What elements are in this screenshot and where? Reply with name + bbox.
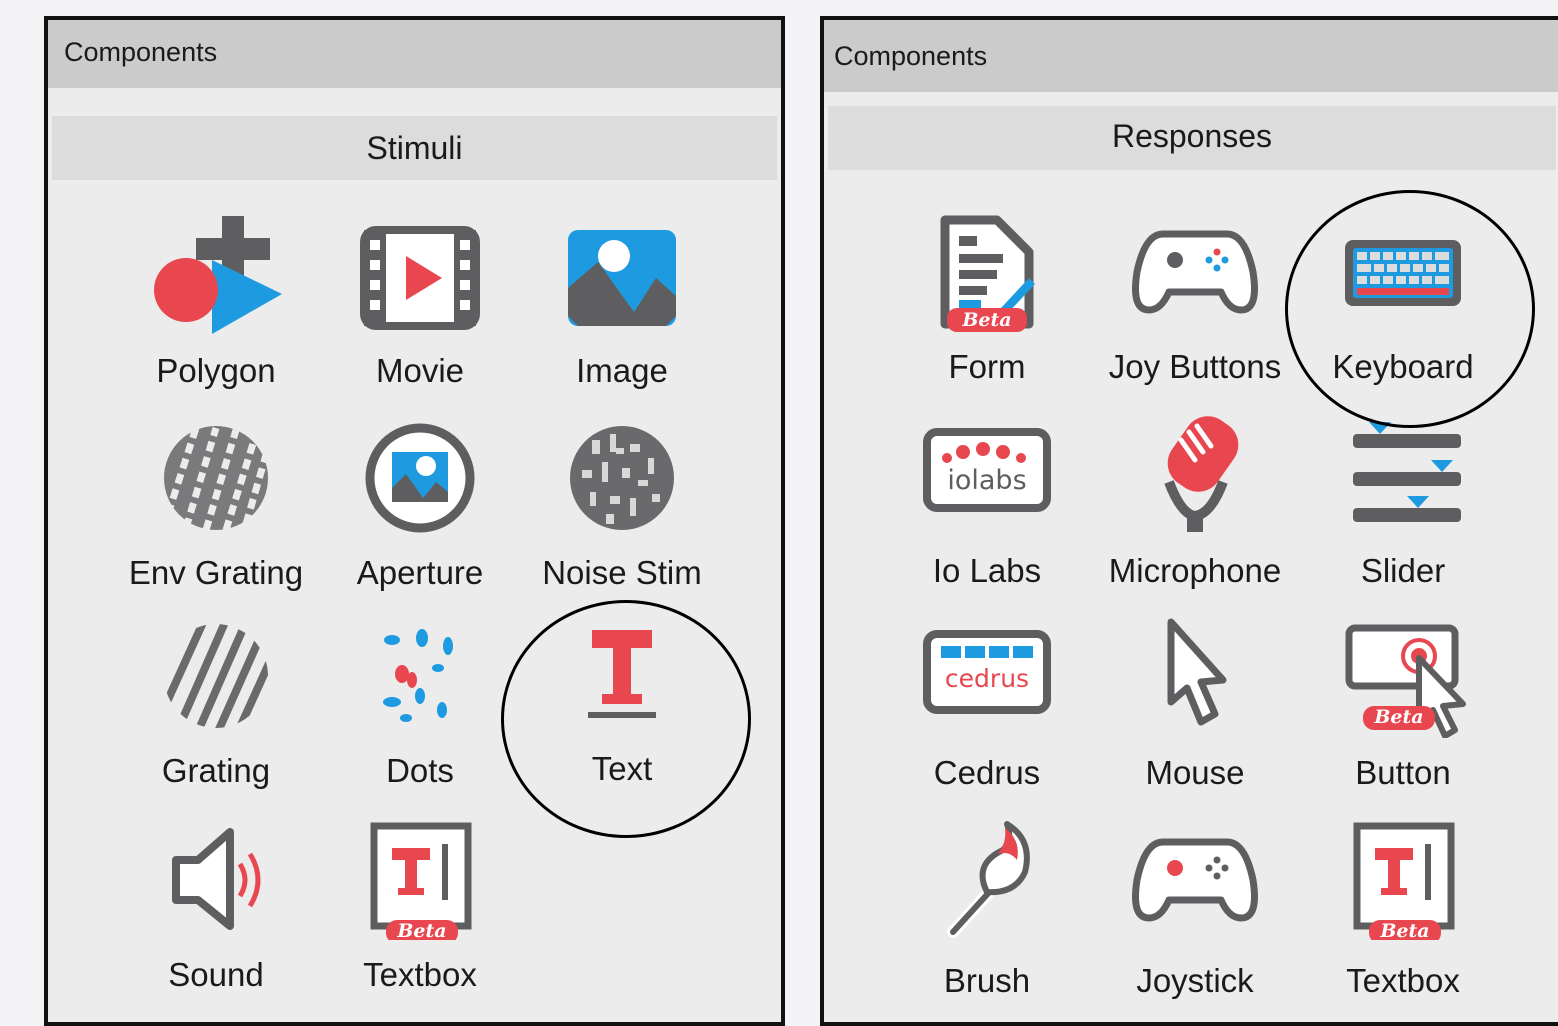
component-text[interactable]: Text [522,616,722,787]
component-label: Grating [161,752,271,789]
iolabs-icon: iolabs [917,416,1057,536]
component-joy-buttons[interactable]: Joy Buttons [1095,212,1295,385]
component-label: Joystick [1136,962,1254,999]
component-label: Button [1355,754,1451,791]
aperture-icon [350,418,490,538]
joystick-icon [1125,820,1265,940]
component-label: Polygon [156,352,276,389]
button-icon: Beta [1333,618,1473,738]
component-label: Textbox [1346,962,1460,999]
category-header-responses[interactable]: Responses [828,106,1556,170]
text-icon [552,616,692,736]
component-brush[interactable]: Brush [887,820,1087,999]
component-grating[interactable]: Grating [116,616,316,789]
keyboard-icon [1333,212,1473,332]
form-icon: Beta [917,212,1057,332]
dots-icon [350,616,490,736]
component-microphone[interactable]: Microphone [1095,416,1295,589]
component-label: Text [591,750,653,787]
beta-badge: Beta [397,920,447,942]
component-label: Textbox [363,956,477,993]
panel-title: Components [48,20,781,88]
beta-badge: Beta [962,309,1012,331]
component-label: Aperture [356,554,484,591]
beta-badge: Beta [1380,920,1430,942]
textbox-icon: Beta [350,820,490,942]
component-label: Cedrus [933,754,1041,791]
component-dots[interactable]: Dots [320,616,520,789]
component-label: Movie [375,352,465,389]
component-label: Keyboard [1332,348,1474,385]
component-button[interactable]: Beta Button [1303,618,1503,791]
movie-icon [350,216,490,336]
component-form[interactable]: Beta Form [887,212,1087,385]
slider-icon [1333,416,1473,536]
component-label: Image [576,352,668,389]
component-env-grating[interactable]: Env Grating [116,418,316,591]
brush-icon [917,820,1057,940]
component-slider[interactable]: Slider [1303,416,1503,589]
component-polygon[interactable]: Polygon [116,216,316,389]
component-label: Form [948,348,1026,385]
noise-stim-icon [552,418,692,538]
component-aperture[interactable]: Aperture [320,418,520,591]
component-label: Slider [1360,552,1446,589]
component-label: Joy Buttons [1108,348,1282,385]
microphone-icon [1125,416,1265,536]
component-label: Io Labs [932,552,1042,589]
component-textbox[interactable]: Beta Textbox [320,820,520,993]
component-sound[interactable]: Sound [116,820,316,993]
gamepad-icon [1125,212,1265,332]
component-label: Env Grating [128,554,304,591]
component-label: Dots [386,752,454,789]
component-movie[interactable]: Movie [320,216,520,389]
component-textbox[interactable]: Beta Textbox [1303,820,1503,999]
components-panel-responses: Components Responses Beta Form Joy Butto… [820,16,1558,1026]
grating-icon [146,616,286,736]
component-label: Mouse [1145,754,1245,791]
iolabs-logo-text: iolabs [947,465,1027,496]
component-label: Brush [943,962,1031,999]
cedrus-logo-text: cedrus [944,664,1030,693]
sound-icon [146,820,286,940]
components-panel-stimuli: Components Stimuli Polygon Movie Image E… [44,16,785,1026]
category-header-stimuli[interactable]: Stimuli [52,116,777,180]
component-keyboard[interactable]: Keyboard [1303,212,1503,385]
component-io-labs[interactable]: iolabs Io Labs [887,416,1087,589]
component-joystick[interactable]: Joystick [1095,820,1295,999]
component-label: Noise Stim [542,554,702,591]
polygon-icon [146,216,286,336]
component-mouse[interactable]: Mouse [1095,618,1295,791]
component-label: Microphone [1108,552,1282,589]
mouse-cursor-icon [1125,618,1265,738]
component-cedrus[interactable]: cedrus Cedrus [887,618,1087,791]
component-label: Sound [168,956,264,993]
env-grating-icon [146,418,286,538]
beta-badge: Beta [1374,706,1424,728]
component-image[interactable]: Image [522,216,722,389]
textbox-icon: Beta [1333,820,1473,942]
panel-title: Components [824,20,1558,92]
image-icon [552,216,692,336]
cedrus-icon: cedrus [917,618,1057,738]
component-noise-stim[interactable]: Noise Stim [522,418,722,591]
